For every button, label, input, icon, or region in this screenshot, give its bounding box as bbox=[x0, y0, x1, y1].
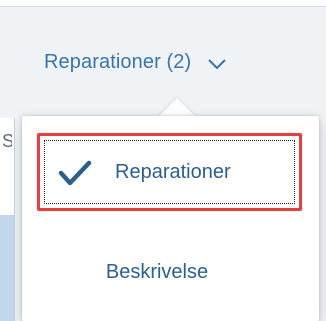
menu-item-label: Reparationer bbox=[115, 161, 231, 183]
section-dropdown-button[interactable]: Reparationer (2) bbox=[44, 40, 227, 84]
background-panel-text-fragment: S bbox=[2, 131, 12, 151]
section-dropdown-label: Reparationer (2) bbox=[44, 50, 192, 73]
menu-item-reparationer[interactable]: Reparationer bbox=[37, 133, 302, 211]
chevron-down-icon bbox=[207, 57, 227, 71]
popover-arrow bbox=[158, 98, 196, 117]
check-icon bbox=[58, 159, 92, 187]
menu-item-label: Beskrivelse bbox=[105, 260, 209, 283]
toolbar-edge bbox=[0, 0, 326, 7]
menu-item-beskrivelse[interactable]: Beskrivelse bbox=[0, 250, 326, 294]
